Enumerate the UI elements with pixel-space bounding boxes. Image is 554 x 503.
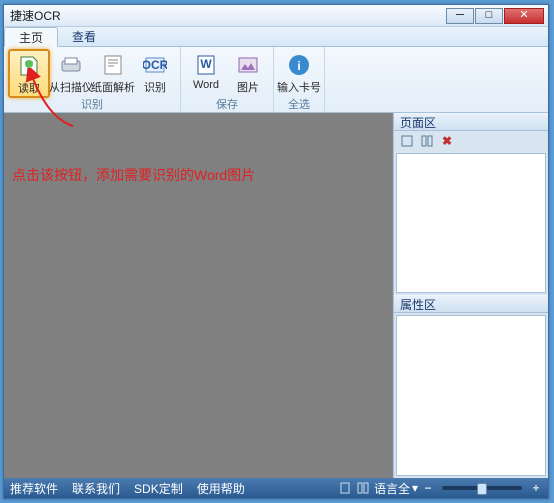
word-icon: W <box>193 52 219 78</box>
window-buttons: ─ □ ✕ <box>445 8 544 24</box>
recognize-button[interactable]: OCR 识别 <box>134 49 176 98</box>
ribbon-group-all: i 输入卡号 全选 <box>274 47 325 112</box>
window-title: 捷速OCR <box>8 7 445 24</box>
read-label: 读取 <box>18 80 40 96</box>
pages-panel-tools: ✖ <box>394 131 548 151</box>
pages-panel-body[interactable] <box>396 153 546 293</box>
status-page-icon[interactable] <box>338 481 352 495</box>
annotation-text: 点击该按钮，添加需要识别的Word图片 <box>12 165 255 185</box>
ribbon: 读取 从扫描仪 纸面解析 OCR <box>4 47 548 113</box>
card-label: 输入卡号 <box>277 79 321 95</box>
zoom-slider[interactable] <box>442 486 522 490</box>
group-save-label: 保存 <box>185 98 269 112</box>
svg-text:OCR: OCR <box>143 58 167 72</box>
svg-text:i: i <box>297 59 300 73</box>
info-icon: i <box>286 52 312 78</box>
pages-delete-icon[interactable]: ✖ <box>440 134 454 148</box>
status-contact-link[interactable]: 联系我们 <box>72 480 120 497</box>
statusbar: 推荐软件 联系我们 SDK定制 使用帮助 语言全 ▾ − + <box>4 478 548 498</box>
read-button[interactable]: 读取 <box>8 49 50 98</box>
pages-view1-icon[interactable] <box>400 134 414 148</box>
group-recognize-label: 识别 <box>8 98 176 112</box>
status-layout-icon[interactable] <box>356 481 370 495</box>
props-panel: 属性区 <box>394 295 548 478</box>
word-label: Word <box>193 79 219 91</box>
scanner-button[interactable]: 从扫描仪 <box>50 49 92 98</box>
svg-text:W: W <box>200 57 212 71</box>
status-language-selector[interactable]: 语言全 ▾ <box>374 480 418 497</box>
zoom-in-button[interactable]: + <box>530 482 542 494</box>
minimize-button[interactable]: ─ <box>446 8 474 24</box>
parse-label: 纸面解析 <box>91 79 135 95</box>
card-button[interactable]: i 输入卡号 <box>278 49 320 98</box>
parse-button[interactable]: 纸面解析 <box>92 49 134 98</box>
menubar: 主页 查看 <box>4 27 548 47</box>
status-help-link[interactable]: 使用帮助 <box>197 480 245 497</box>
props-panel-header: 属性区 <box>394 295 548 313</box>
ribbon-group-recognize: 读取 从扫描仪 纸面解析 OCR <box>4 47 181 112</box>
ribbon-group-save: W Word 图片 保存 <box>181 47 274 112</box>
titlebar[interactable]: 捷速OCR ─ □ ✕ <box>4 5 548 27</box>
props-panel-body[interactable] <box>396 315 546 476</box>
status-lang-label: 语言全 <box>374 480 410 497</box>
image-icon <box>235 52 261 78</box>
scanner-label: 从扫描仪 <box>49 79 93 95</box>
scanner-icon <box>58 52 84 78</box>
ocr-icon: OCR <box>142 52 168 78</box>
maximize-button[interactable]: □ <box>475 8 503 24</box>
pages-view2-icon[interactable] <box>420 134 434 148</box>
word-button[interactable]: W Word <box>185 49 227 98</box>
app-window: 捷速OCR ─ □ ✕ 主页 查看 读取 <box>3 4 549 499</box>
statusbar-right: 语言全 ▾ − + <box>338 480 542 497</box>
read-icon <box>16 53 42 79</box>
image-button[interactable]: 图片 <box>227 49 269 98</box>
pages-panel-header: 页面区 <box>394 113 548 131</box>
status-sdk-link[interactable]: SDK定制 <box>134 480 183 497</box>
image-label: 图片 <box>237 79 259 95</box>
group-all-label: 全选 <box>278 98 320 112</box>
status-recommend-link[interactable]: 推荐软件 <box>10 480 58 497</box>
pages-panel: 页面区 ✖ <box>394 113 548 295</box>
zoom-out-button[interactable]: − <box>422 482 434 494</box>
tab-view[interactable]: 查看 <box>58 27 110 46</box>
close-button[interactable]: ✕ <box>504 8 544 24</box>
side-panel: 页面区 ✖ 属性区 <box>393 113 548 478</box>
work-area[interactable]: 点击该按钮，添加需要识别的Word图片 <box>4 113 393 478</box>
content-area: 点击该按钮，添加需要识别的Word图片 页面区 ✖ 属性区 <box>4 113 548 478</box>
recognize-label: 识别 <box>144 79 166 95</box>
chevron-down-icon: ▾ <box>412 481 418 495</box>
parse-icon <box>100 52 126 78</box>
tab-home[interactable]: 主页 <box>4 27 58 47</box>
